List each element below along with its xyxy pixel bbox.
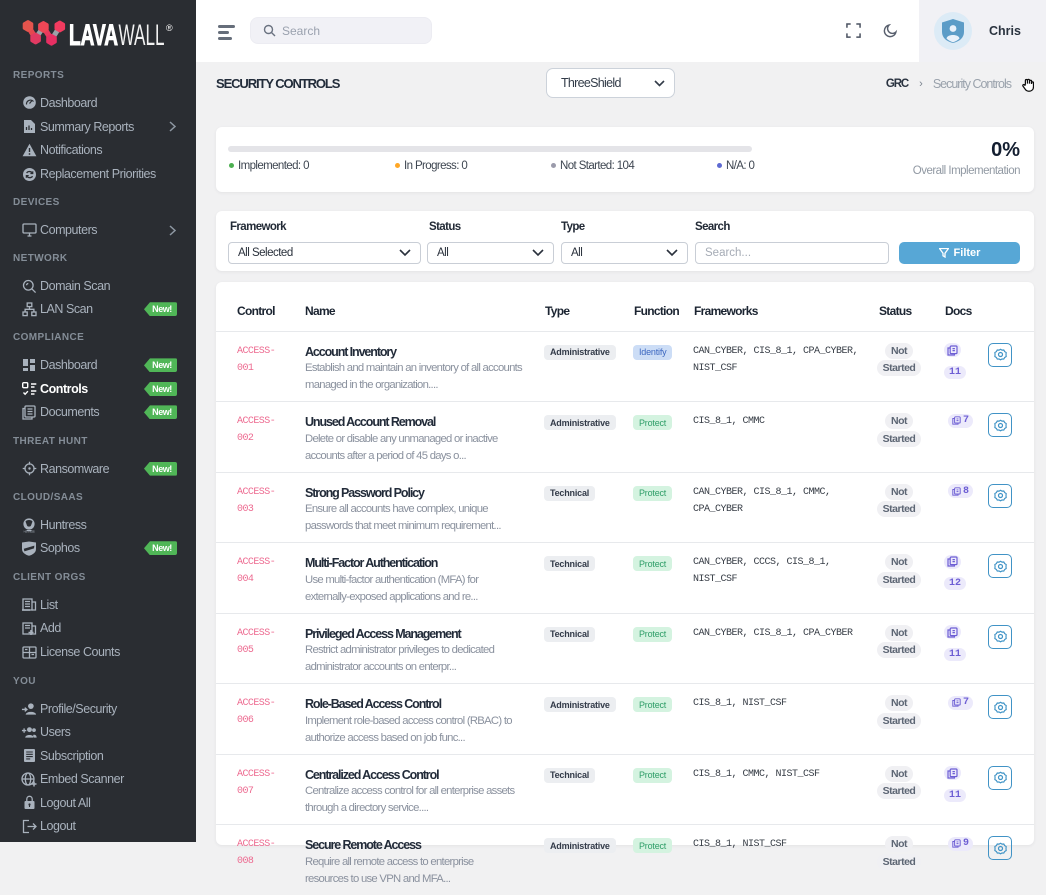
svg-text:WALL: WALL bbox=[119, 19, 165, 51]
svg-text:®: ® bbox=[166, 23, 173, 33]
svg-text:HUNTRESS: HUNTRESS bbox=[24, 529, 35, 532]
svg-text:LAVA: LAVA bbox=[69, 19, 118, 51]
